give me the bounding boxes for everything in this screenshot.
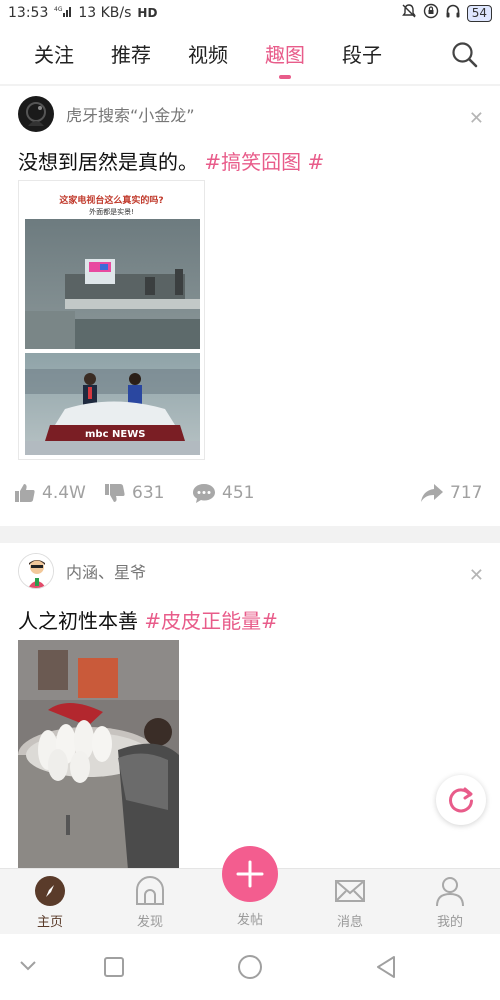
nav-messages[interactable]: 消息 — [320, 875, 380, 930]
refresh-button[interactable] — [436, 775, 486, 825]
image-title: 这家电视台这么真实的吗? — [59, 196, 164, 206]
bell-off-icon — [401, 3, 417, 23]
search-icon[interactable] — [450, 40, 480, 70]
post-caption: 没想到居然是真的。 — [18, 150, 198, 174]
like-button[interactable]: 4.4W — [14, 482, 86, 504]
share-icon — [421, 484, 443, 502]
nav-post-label: 发帖 — [236, 913, 263, 928]
back-triangle-icon[interactable] — [374, 954, 398, 980]
news-studio-illustration: mbc NEWS — [25, 219, 200, 455]
chevron-down-icon[interactable] — [18, 958, 38, 974]
post-button[interactable] — [222, 846, 278, 902]
signal-icon: 4G — [54, 5, 72, 21]
system-nav-bar — [0, 934, 500, 1000]
post-card[interactable]: 内涵、星爷 ✕ 人之初性本善 #皮皮正能量# — [0, 543, 500, 868]
nav-post[interactable]: 发帖 — [220, 909, 280, 928]
post-image[interactable] — [18, 640, 179, 868]
post-header: 内涵、星爷 — [18, 553, 146, 589]
status-bar: 13:53 4G 13 KB/s HD 54 — [0, 0, 500, 26]
author-name[interactable]: 虎牙搜索“小金龙” — [66, 102, 195, 126]
post-card[interactable]: 虎牙搜索“小金龙” ✕ 没想到居然是真的。 #搞笑囧图 # 这家电视台这么真实的… — [0, 86, 500, 526]
plus-icon — [236, 860, 264, 888]
tab-follow[interactable]: 关注 — [34, 41, 74, 69]
steamer-buns-illustration — [18, 640, 179, 868]
thumbs-down-icon — [105, 484, 125, 502]
close-icon[interactable]: ✕ — [469, 565, 484, 586]
hd-badge: HD — [137, 6, 158, 20]
comment-button[interactable]: 451 — [192, 482, 254, 504]
arch-icon — [134, 875, 166, 907]
tab-recommend[interactable]: 推荐 — [111, 41, 151, 69]
comment-count: 451 — [222, 483, 255, 503]
nav-messages-label: 消息 — [336, 915, 363, 930]
post-text: 人之初性本善 #皮皮正能量# — [18, 605, 278, 634]
thumbs-up-icon — [15, 484, 35, 502]
network-type: 4G — [54, 6, 63, 13]
avatar[interactable] — [18, 96, 54, 132]
nav-me[interactable]: 我的 — [420, 875, 480, 930]
clock: 13:53 — [8, 5, 49, 21]
tab-funny-pics[interactable]: 趣图 — [265, 41, 305, 69]
user-icon — [434, 875, 466, 907]
avatar[interactable] — [18, 553, 54, 589]
lock-icon — [423, 3, 439, 23]
nav-me-label: 我的 — [436, 915, 463, 930]
top-tab-bar: 关注 推荐 视频 趣图 段子 — [0, 26, 500, 84]
post-caption: 人之初性本善 — [18, 609, 138, 633]
battery-indicator: 54 — [466, 4, 492, 22]
image-subtitle: 外面都是实景! — [89, 208, 134, 216]
post-actions: 4.4W 631 451 717 — [0, 482, 500, 510]
nav-home[interactable]: 主页 — [20, 875, 80, 930]
refresh-icon — [449, 787, 473, 813]
nav-discover[interactable]: 发现 — [120, 875, 180, 930]
author-name[interactable]: 内涵、星爷 — [66, 559, 146, 583]
nav-discover-label: 发现 — [136, 915, 163, 930]
post-image[interactable]: 这家电视台这么真实的吗? 外面都是实景! mbc NEWS — [18, 180, 205, 460]
tab-jokes[interactable]: 段子 — [342, 41, 382, 69]
home-circle-icon[interactable] — [237, 954, 263, 980]
recents-square-icon[interactable] — [103, 956, 125, 978]
headphones-icon — [445, 3, 461, 23]
share-button[interactable]: 717 — [420, 482, 482, 504]
share-count: 717 — [450, 483, 483, 503]
close-icon[interactable]: ✕ — [469, 108, 484, 129]
dislike-count: 631 — [132, 483, 165, 503]
nav-home-label: 主页 — [36, 915, 63, 930]
net-speed: 13 KB/s — [78, 5, 132, 21]
compass-icon — [34, 875, 66, 907]
post-text: 没想到居然是真的。 #搞笑囧图 # — [18, 146, 324, 175]
like-count: 4.4W — [42, 483, 86, 503]
envelope-icon — [334, 875, 366, 907]
hashtag-link[interactable]: #搞笑囧图 # — [204, 150, 324, 174]
comment-icon — [193, 484, 215, 503]
post-header: 虎牙搜索“小金龙” — [18, 96, 195, 132]
dislike-button[interactable]: 631 — [104, 482, 164, 504]
tab-video[interactable]: 视频 — [188, 41, 228, 69]
hashtag-link[interactable]: #皮皮正能量# — [144, 609, 278, 633]
mbc-logo: mbc NEWS — [85, 429, 145, 440]
